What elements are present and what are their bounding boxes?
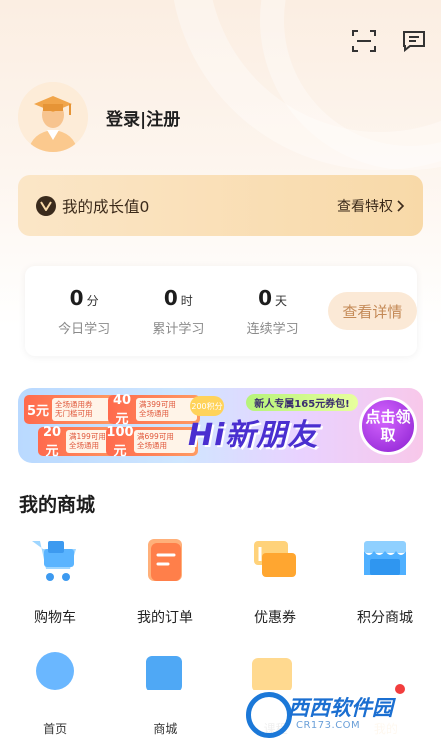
growth-value-label: 我的成长值0 — [62, 197, 150, 216]
chevron-right-icon — [397, 199, 405, 212]
partial-icon — [252, 658, 292, 692]
coupon-value: 100元 — [106, 424, 134, 459]
stat-unit: 时 — [180, 293, 193, 308]
coupon-value: 40元 — [112, 392, 132, 427]
stat-streak: 0天 连续学习 — [225, 286, 319, 337]
stat-today: 0分 今日学习 — [37, 286, 131, 337]
banner-ribbon: 新人专属165元券包! — [246, 394, 358, 411]
tab-label: 商城 — [153, 722, 178, 736]
login-register-link[interactable]: 登录|注册 — [106, 105, 180, 130]
coupon-line: 全场通用 — [137, 440, 167, 450]
coupon-tile: 5元 全场通用券 无门槛可用 — [24, 395, 116, 424]
cart-icon — [30, 535, 80, 585]
stat-label: 累计学习 — [152, 321, 205, 337]
view-privileges-label: 查看特权 — [337, 198, 393, 215]
watermark: 西西软件园 CR173.COM — [240, 690, 420, 740]
mall-item-label: 优惠券 — [254, 610, 296, 626]
stat-label: 连续学习 — [246, 321, 299, 337]
notification-dot — [395, 684, 405, 694]
stat-unit: 分 — [86, 293, 99, 308]
mall-item-label: 我的订单 — [137, 610, 193, 626]
coupon-tile: 100元 满699可用 全场通用 — [106, 424, 198, 459]
view-privileges-link[interactable]: 查看特权 — [337, 196, 405, 216]
stat-unit: 天 — [275, 293, 288, 308]
stat-value: 0 — [69, 285, 84, 310]
order-icon — [140, 535, 190, 585]
coupon-value: 20元 — [42, 424, 62, 459]
growth-value-card[interactable]: 我的成长值0 查看特权 — [18, 175, 423, 236]
watermark-title: 西西软件园 — [288, 696, 393, 720]
tab-mall[interactable]: 商城 — [110, 690, 220, 743]
tab-label: 首页 — [43, 722, 68, 736]
mall-row-partial — [0, 652, 441, 692]
tab-home[interactable]: 首页 — [0, 690, 110, 743]
banner-headline: Hi新朋友 — [188, 418, 319, 453]
points-mall-icon — [360, 535, 410, 585]
stat-value: 0 — [163, 285, 178, 310]
coupon-value: 5元 — [26, 404, 50, 419]
avatar[interactable] — [18, 82, 88, 152]
mall-item-cart[interactable]: 购物车 — [0, 535, 110, 627]
watermark-logo-icon — [246, 692, 292, 738]
watermark-subtitle: CR173.COM — [296, 720, 361, 731]
mall-item-label: 积分商城 — [357, 610, 413, 626]
mall-item-orders[interactable]: 我的订单 — [110, 535, 220, 627]
stat-total: 0时 累计学习 — [131, 286, 225, 337]
partial-icon — [36, 652, 74, 690]
coupon-icon — [250, 535, 300, 585]
stat-label: 今日学习 — [58, 321, 111, 337]
coupon-line: 无门槛可用 — [55, 408, 93, 418]
scan-icon[interactable] — [351, 28, 377, 54]
partial-icon — [146, 656, 182, 692]
profile-page: 登录|注册 我的成长值0 查看特权 0分 今日学习 0时 累计学习 0天 连续学… — [0, 0, 441, 743]
claim-button[interactable]: 点击领取 — [359, 397, 417, 455]
message-icon[interactable] — [401, 28, 427, 54]
mall-item-coupons[interactable]: 优惠券 — [220, 535, 330, 627]
coupon-tile: 40元 满399可用 全场通用 — [108, 392, 200, 427]
mall-section-title: 我的商城 — [19, 494, 96, 516]
top-actions — [351, 28, 427, 54]
mall-item-label: 购物车 — [34, 610, 76, 626]
profile-header: 登录|注册 — [18, 82, 180, 152]
study-stats-card: 0分 今日学习 0时 累计学习 0天 连续学习 查看详情 — [25, 266, 417, 356]
mall-item-points-mall[interactable]: 积分商城 — [330, 535, 440, 627]
new-user-banner[interactable]: 5元 全场通用券 无门槛可用 40元 满399可用 全场通用 20元 满199可用全… — [18, 388, 423, 463]
stat-value: 0 — [258, 285, 273, 310]
vip-badge-icon — [36, 195, 56, 216]
view-details-button[interactable]: 查看详情 — [327, 292, 417, 330]
